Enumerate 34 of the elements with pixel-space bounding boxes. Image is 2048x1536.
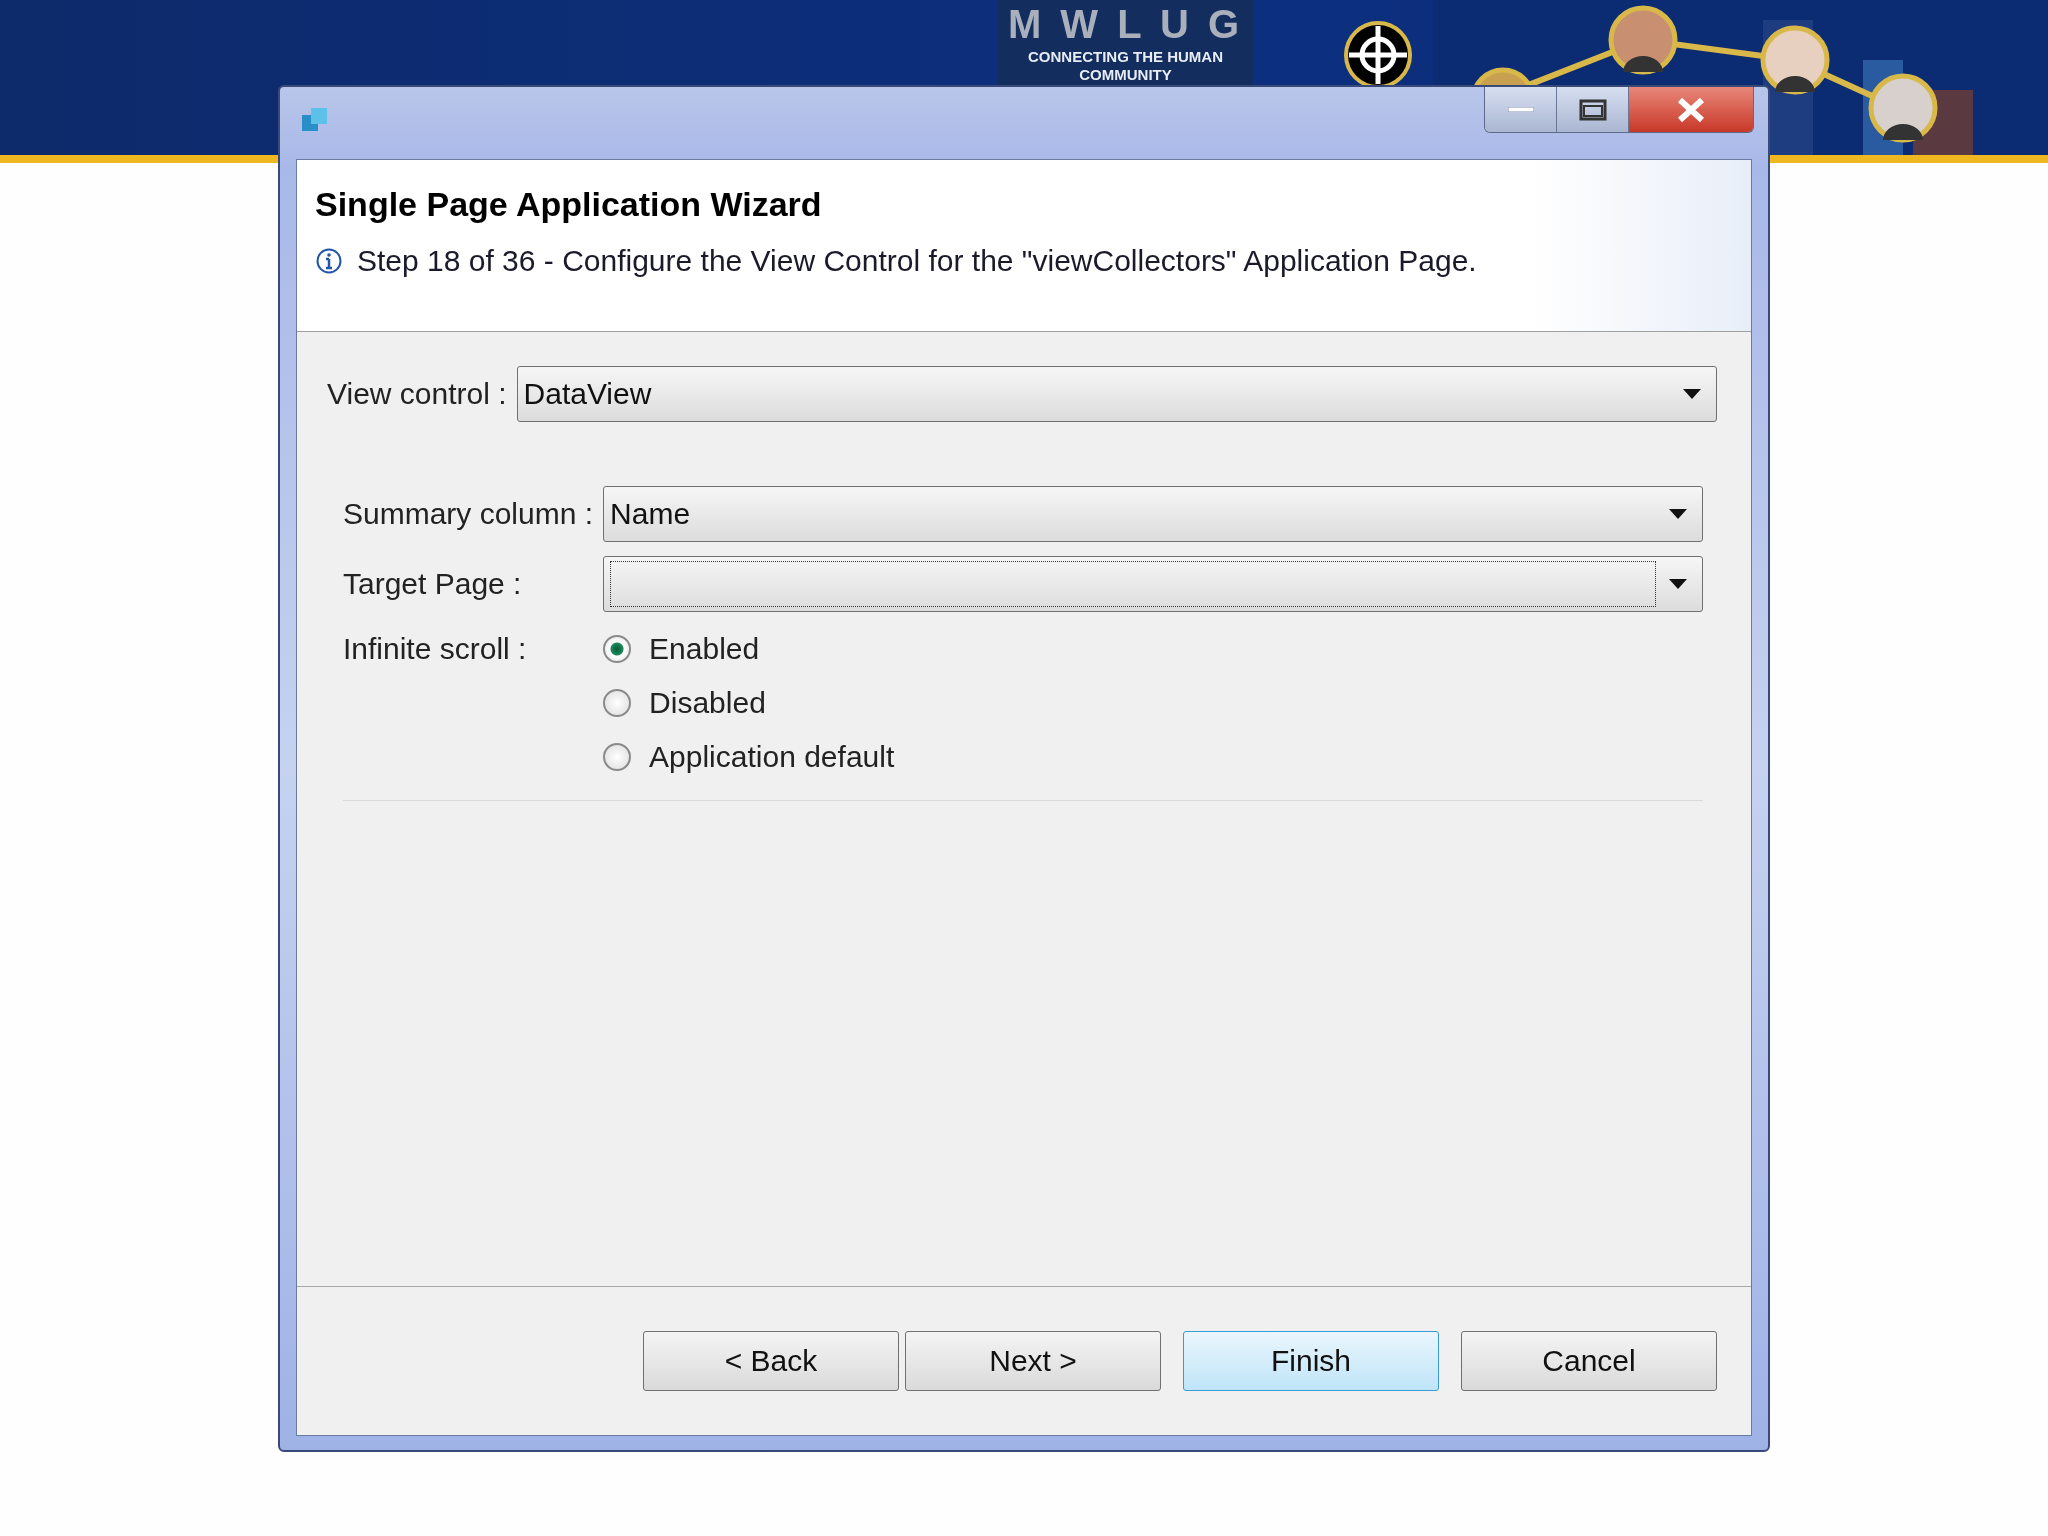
radio-label: Application default [649,740,895,774]
field-label: Infinite scroll : [343,632,528,666]
wizard-title: Single Page Application Wizard [315,184,823,225]
caret-icon [1668,508,1688,520]
dialog-button[interactable]: Next > [905,1331,1161,1391]
dialog-button[interactable]: < Back [643,1331,899,1391]
maximize-icon [1577,97,1608,122]
field-label: View control : [327,377,507,411]
dialog-button[interactable]: Finish [1183,1331,1439,1391]
tagline-text: COMMUNITY [1079,66,1172,84]
radio-button[interactable] [603,743,632,771]
field-label: Target Page : [343,567,523,601]
caret-icon [1668,578,1688,590]
radio-option[interactable]: Application default [603,734,1703,780]
caret-icon [1682,388,1702,400]
close-button[interactable] [1629,87,1753,132]
field-label: Summary column : [343,497,594,531]
dropdown-field[interactable] [603,556,1703,612]
radio-label: Disabled [649,686,766,720]
close-icon [1676,96,1706,123]
radio-label: Enabled [649,632,760,666]
dropdown-field[interactable]: Name [603,486,1703,542]
tagline-text: CONNECTING THE HUMAN [1028,48,1223,66]
dialog-button[interactable]: Cancel [1461,1331,1717,1391]
dropdown-field[interactable]: DataView [516,366,1717,422]
maximize-button[interactable] [1557,87,1629,132]
radio-option[interactable]: Enabled [603,626,1703,672]
radio-button[interactable] [603,689,632,717]
radio-button[interactable] [603,635,632,663]
wizard-message: Step 18 of 36 - Configure the View Control for the "viewCollectors" Application Page. [357,244,1477,278]
radio-option[interactable]: Disabled [603,680,1703,726]
info-icon [315,247,343,275]
logo-text: M W L U G [1007,1,1244,48]
minimize-icon [1507,107,1534,112]
